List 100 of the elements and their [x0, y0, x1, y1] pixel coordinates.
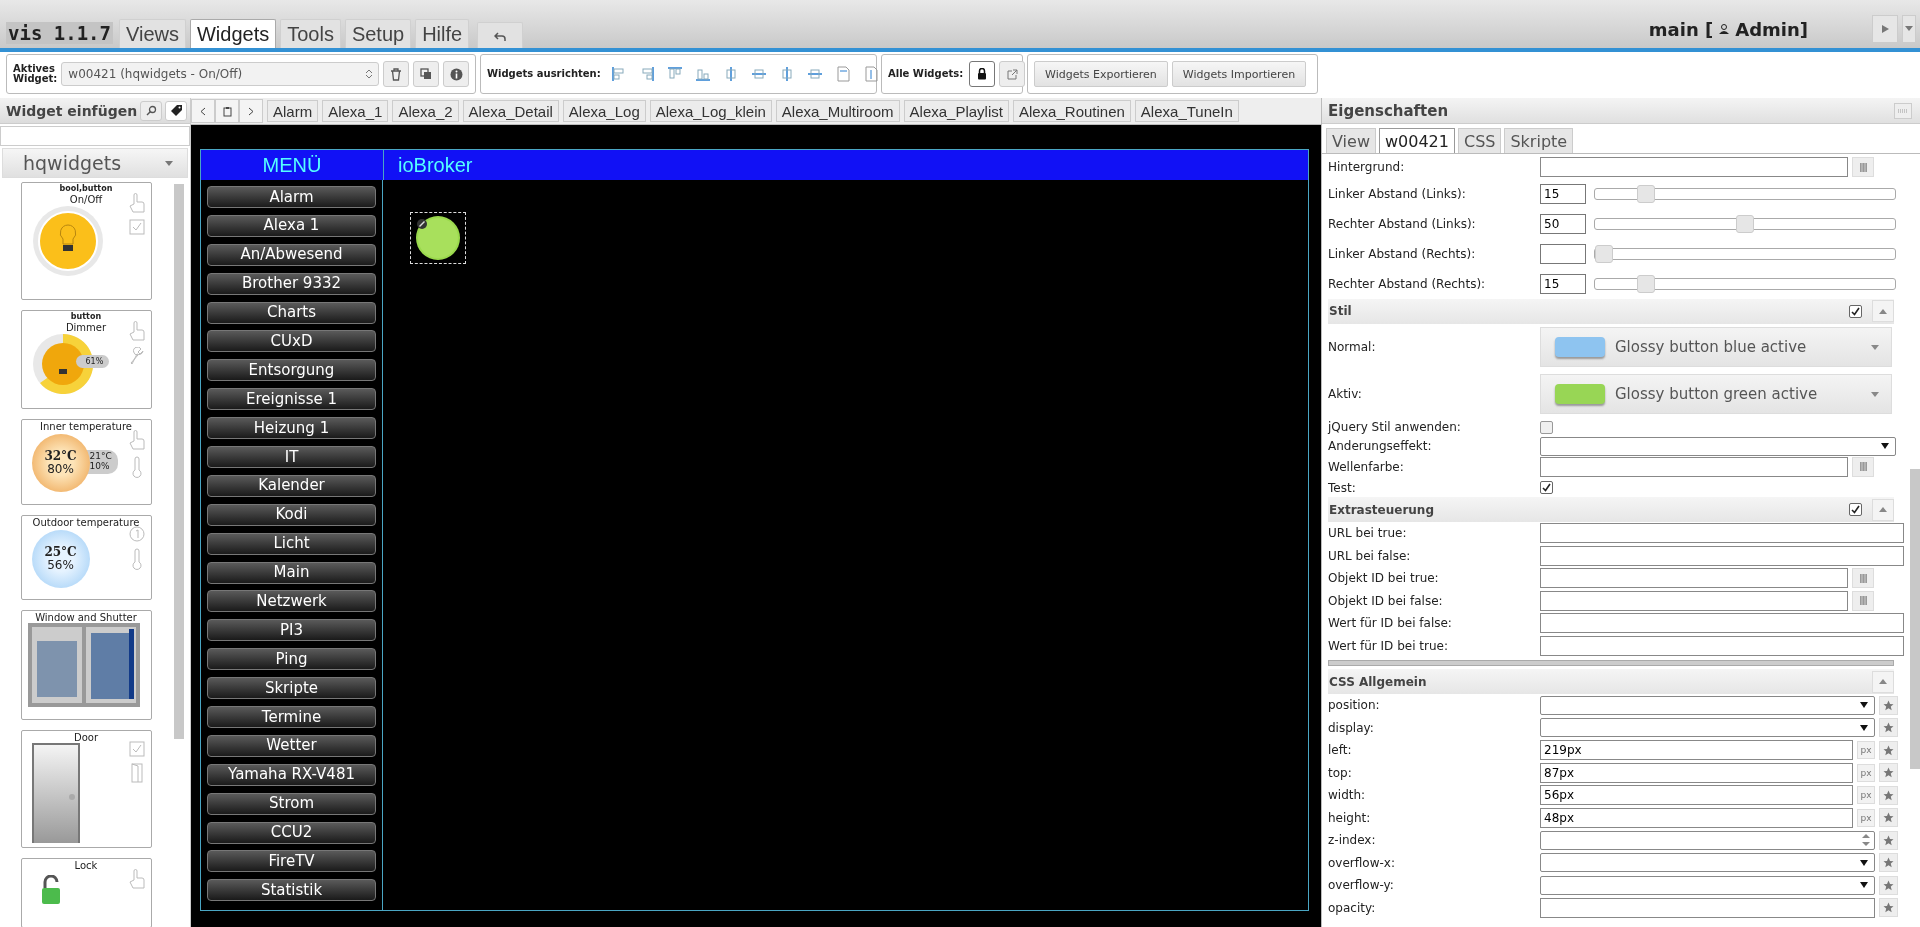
- unit-button[interactable]: px: [1857, 786, 1875, 805]
- star-button[interactable]: [1879, 718, 1898, 738]
- select-field[interactable]: [1540, 853, 1875, 873]
- input-field[interactable]: [1540, 568, 1848, 589]
- menu-button[interactable]: Main: [207, 561, 376, 584]
- menu-button[interactable]: Alexa 1: [207, 214, 376, 237]
- delete-button[interactable]: [383, 61, 409, 87]
- select-field[interactable]: [1540, 436, 1896, 456]
- number-field[interactable]: 15: [1540, 183, 1586, 204]
- menu-button[interactable]: Charts: [207, 301, 376, 324]
- menu-button[interactable]: PI3: [207, 619, 376, 642]
- section-header[interactable]: Stil: [1328, 298, 1894, 324]
- input-field[interactable]: [1540, 897, 1875, 918]
- input-field[interactable]: 48px: [1540, 807, 1853, 828]
- play-button[interactable]: [1872, 15, 1898, 43]
- checkbox[interactable]: [1540, 481, 1553, 494]
- number-spinner[interactable]: [1540, 830, 1875, 850]
- page-tab[interactable]: Alexa_Detail: [462, 100, 559, 122]
- star-button[interactable]: [1879, 830, 1898, 850]
- checkbox[interactable]: [1540, 420, 1553, 434]
- page-tab[interactable]: Alarm: [267, 100, 319, 122]
- menu-button[interactable]: Netzwerk: [207, 590, 376, 613]
- number-field[interactable]: 50: [1540, 213, 1586, 234]
- menu-button[interactable]: Statistik: [207, 879, 376, 902]
- menu-button[interactable]: CCU2: [207, 821, 376, 844]
- page-tab[interactable]: Alexa_Multiroom: [775, 100, 900, 122]
- select-field[interactable]: [1540, 718, 1875, 738]
- properties-tab[interactable]: CSS: [1457, 128, 1502, 153]
- menu-button[interactable]: CUxD: [207, 330, 376, 353]
- slider-track[interactable]: [1594, 217, 1896, 230]
- widget-card[interactable]: Outdoor temperature 25°C 56%: [20, 515, 152, 600]
- number-field[interactable]: [1540, 243, 1586, 264]
- unit-button[interactable]: px: [1857, 741, 1875, 760]
- page-tab[interactable]: Alexa_Log_klein: [649, 100, 772, 122]
- slider-thumb[interactable]: [1637, 184, 1656, 203]
- collapse-button[interactable]: [1872, 498, 1894, 521]
- lock-button[interactable]: [969, 61, 996, 87]
- info-button[interactable]: [443, 61, 469, 87]
- menu-button[interactable]: Skripte: [207, 677, 376, 700]
- star-button[interactable]: [1879, 740, 1898, 760]
- widget-card[interactable]: button Dimmer 61%: [20, 310, 152, 409]
- select-field[interactable]: [1540, 875, 1875, 895]
- select-field[interactable]: [1540, 695, 1875, 715]
- menu-button[interactable]: Strom: [207, 792, 376, 815]
- section-header[interactable]: Extrasteuerung: [1328, 497, 1894, 522]
- input-field[interactable]: [1540, 635, 1904, 656]
- collapse-button[interactable]: [1872, 300, 1894, 322]
- slider-thumb[interactable]: [1595, 244, 1613, 263]
- input-field[interactable]: [1540, 590, 1848, 611]
- unit-button[interactable]: px: [1857, 763, 1875, 782]
- style-select[interactable]: Glossy button green active: [1540, 374, 1892, 414]
- menu-button[interactable]: Kalender: [207, 474, 376, 497]
- search-button[interactable]: [140, 100, 163, 121]
- style-select[interactable]: Glossy button blue active: [1540, 327, 1892, 367]
- menu-button[interactable]: Termine: [207, 706, 376, 729]
- unit-button[interactable]: px: [1857, 808, 1875, 827]
- picker-button[interactable]: [1852, 157, 1874, 178]
- star-button[interactable]: [1879, 763, 1898, 783]
- slider-thumb[interactable]: [1736, 214, 1754, 233]
- slider-track[interactable]: [1594, 277, 1896, 290]
- widget-card[interactable]: bool,button On/Off: [20, 182, 152, 300]
- star-button[interactable]: [1879, 695, 1898, 715]
- page-tab[interactable]: Alexa_1: [322, 100, 389, 122]
- star-button[interactable]: [1879, 898, 1898, 918]
- slider-track[interactable]: [1594, 187, 1896, 200]
- widget-set-select[interactable]: hqwidgets: [2, 148, 188, 178]
- clipboard-button[interactable]: [215, 99, 239, 123]
- page-tab[interactable]: Alexa_TuneIn: [1134, 100, 1239, 122]
- menu-tab[interactable]: Setup: [344, 19, 412, 48]
- menu-button[interactable]: Entsorgung: [207, 359, 376, 382]
- properties-tab[interactable]: View: [1326, 128, 1376, 153]
- undo-button[interactable]: [477, 22, 524, 48]
- toolbar-button[interactable]: Widgets Exportieren: [1034, 61, 1168, 87]
- filter-field[interactable]: [0, 126, 190, 146]
- dropdown-button[interactable]: [1902, 15, 1916, 43]
- properties-tab[interactable]: Skripte: [1504, 128, 1574, 153]
- star-button[interactable]: [1879, 785, 1898, 805]
- widget-card[interactable]: Inner temperature 32°C 80% 21°C 10%: [20, 419, 152, 505]
- slider-thumb[interactable]: [1637, 274, 1656, 293]
- page-tab[interactable]: Alexa_2: [392, 100, 459, 122]
- menu-tab[interactable]: Widgets: [189, 19, 277, 48]
- input-field[interactable]: [1540, 545, 1904, 566]
- picker-button[interactable]: [1852, 590, 1874, 611]
- slider-track[interactable]: [1594, 247, 1896, 260]
- input-field[interactable]: [1540, 613, 1904, 634]
- menu-button[interactable]: Kodi: [207, 503, 376, 526]
- menu-button[interactable]: Alarm: [207, 186, 376, 208]
- picker-button[interactable]: [1852, 568, 1874, 589]
- star-button[interactable]: [1879, 875, 1898, 895]
- section-header[interactable]: CSS Allgemein: [1328, 669, 1894, 694]
- collapse-button[interactable]: [1872, 670, 1894, 693]
- page-tab[interactable]: Alexa_Playlist: [903, 100, 1009, 122]
- number-field[interactable]: 15: [1540, 273, 1586, 294]
- menu-button[interactable]: Ping: [207, 648, 376, 671]
- page-tab[interactable]: Alexa_Log: [562, 100, 646, 122]
- properties-tab[interactable]: w00421: [1378, 128, 1455, 153]
- menu-button[interactable]: Yamaha RX-V481: [207, 763, 376, 786]
- input-field[interactable]: [1540, 456, 1848, 477]
- copy-button[interactable]: [413, 61, 439, 87]
- input-field[interactable]: 87px: [1540, 762, 1853, 783]
